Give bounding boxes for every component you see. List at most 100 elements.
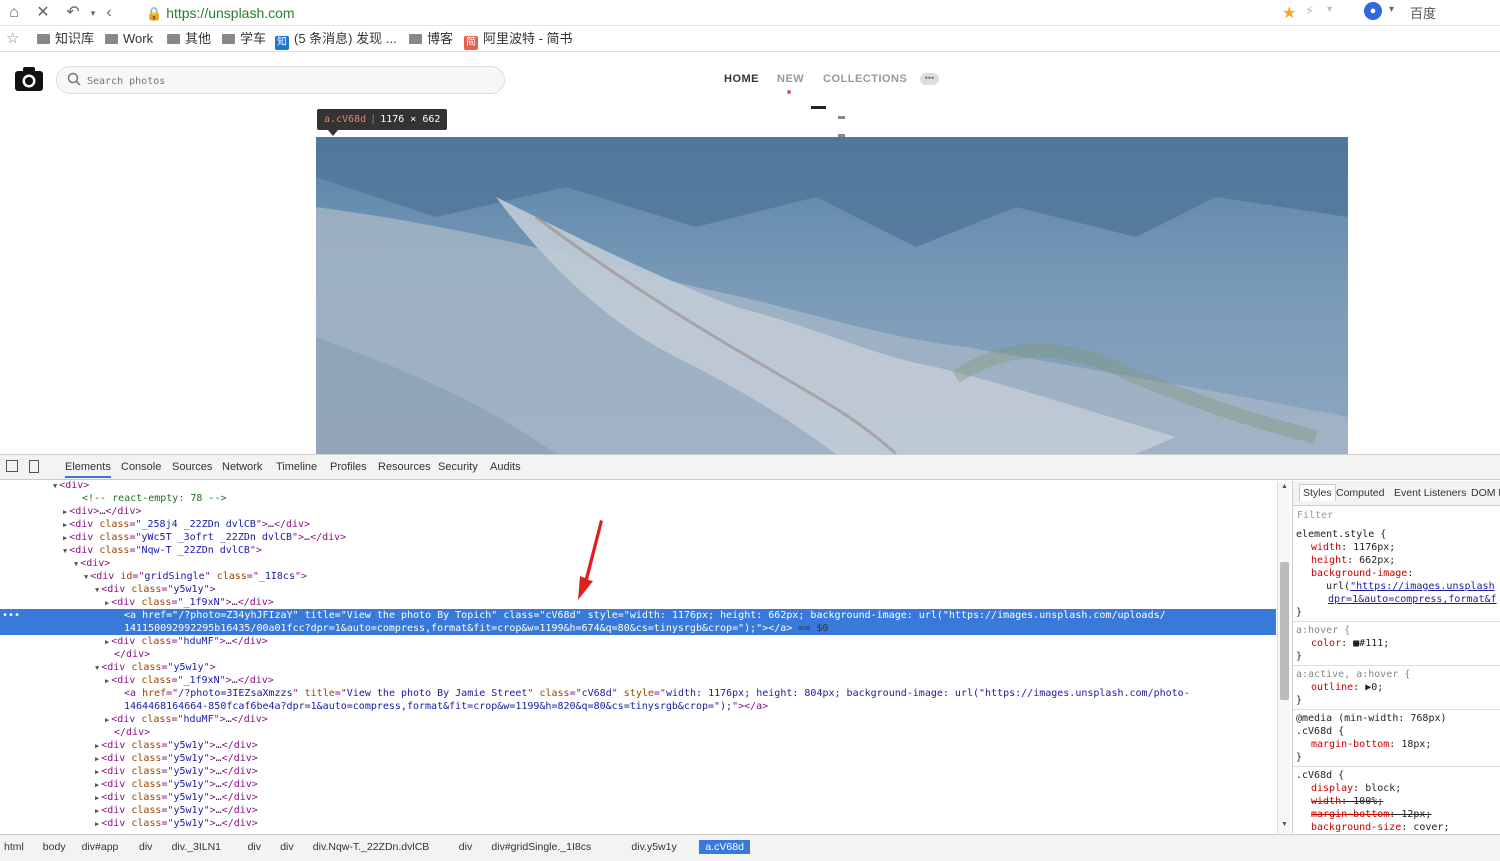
nav-home[interactable]: HOME [724, 73, 759, 85]
dom-node[interactable]: ▶ <div class="y5w1y">…</div> [0, 752, 1276, 765]
collapse-triangle-icon[interactable]: ▶ [95, 768, 99, 776]
collapse-triangle-icon[interactable]: ▶ [95, 755, 99, 763]
chevron-down-icon[interactable]: ▾ [1327, 4, 1332, 15]
tab-resources[interactable]: Resources [378, 461, 431, 473]
tab-styles[interactable]: Styles [1299, 484, 1336, 501]
tab-console[interactable]: Console [121, 461, 161, 473]
dom-node[interactable]: ▼ <div class="y5w1y"> [0, 661, 1276, 674]
collapse-triangle-icon[interactable]: ▶ [105, 716, 109, 724]
dom-node[interactable]: ▶ <div class="y5w1y">…</div> [0, 817, 1276, 830]
dom-node[interactable]: ▶ <div class="hduMF">…</div> [0, 635, 1276, 648]
bookmark-star-icon[interactable]: ☆ [6, 29, 19, 47]
ellipsis-menu-icon[interactable]: ••• [2, 609, 20, 622]
css-selector[interactable]: .cV68d { [1296, 769, 1344, 782]
breadcrumb-item[interactable]: div [248, 840, 261, 854]
css-declaration[interactable]: margin-bottom: 18px; [1311, 738, 1431, 751]
url-field[interactable]: 🔒 https://unsplash.com [146, 3, 295, 23]
single-view-toggle[interactable] [811, 106, 826, 109]
dom-node[interactable]: 1464468164664-850fcaf6be4a?dpr=1&auto=co… [0, 700, 1276, 713]
star-icon[interactable]: ★ [1282, 3, 1296, 23]
dom-node[interactable]: ▶ <div class="y5w1y">…</div> [0, 765, 1276, 778]
tab-sources[interactable]: Sources [172, 461, 212, 473]
dom-node[interactable]: ▶ <div class="y5w1y">…</div> [0, 791, 1276, 804]
dom-node[interactable]: ▼ <div> [0, 481, 1276, 492]
bookmark-item[interactable]: 学车 [222, 30, 266, 48]
dom-node[interactable]: ▶ <div class="y5w1y">…</div> [0, 804, 1276, 817]
css-declaration[interactable]: background-size: cover; [1311, 821, 1449, 833]
lightning-icon[interactable]: ⚡ [1305, 3, 1314, 19]
scroll-down-icon[interactable]: ▼ [1281, 821, 1288, 828]
css-url-link[interactable]: url("https://images.unsplash [1326, 580, 1495, 593]
breadcrumb-item[interactable]: div [280, 840, 293, 854]
breadcrumb-item[interactable]: div.Nqw-T._22ZDn.dvlCB [313, 840, 430, 854]
css-declaration[interactable]: width: 1176px; [1311, 541, 1395, 554]
search-engine-chevron-icon[interactable]: ▾ [1389, 4, 1394, 15]
css-selector[interactable]: element.style { [1296, 528, 1386, 541]
css-selector[interactable]: a:hover { [1296, 624, 1350, 637]
bookmark-item[interactable]: 博客 [409, 30, 453, 48]
styles-filter-input[interactable]: Filter [1297, 510, 1333, 521]
search-input[interactable] [87, 71, 487, 91]
css-declaration[interactable]: height: 662px; [1311, 554, 1395, 567]
tab-computed[interactable]: Computed [1336, 487, 1384, 499]
css-declaration[interactable]: margin-bottom: 12px; [1311, 808, 1431, 821]
collapse-triangle-icon[interactable]: ▶ [63, 508, 67, 516]
expand-triangle-icon[interactable]: ▼ [95, 586, 99, 594]
breadcrumb-item[interactable]: body [43, 840, 66, 854]
home-icon[interactable]: ⌂ [3, 2, 25, 24]
collapse-triangle-icon[interactable]: ▶ [105, 638, 109, 646]
css-declaration[interactable]: outline: ▶0; [1311, 681, 1383, 694]
expand-triangle-icon[interactable]: ▼ [74, 560, 78, 568]
css-url-link[interactable]: dpr=1&auto=compress,format&f [1328, 593, 1497, 606]
scroll-thumb[interactable] [1280, 562, 1289, 700]
dom-node[interactable]: ▶ <div>…</div> [0, 505, 1276, 518]
dom-node[interactable]: <a href="/?photo=3IEZsaXmzzs" title="Vie… [0, 687, 1276, 700]
collapse-triangle-icon[interactable]: ▶ [63, 534, 67, 542]
breadcrumb-item[interactable]: div#app [82, 840, 119, 854]
collapse-triangle-icon[interactable]: ▶ [95, 794, 99, 802]
tab-timeline[interactable]: Timeline [276, 461, 317, 473]
tab-elements[interactable]: Elements [65, 461, 111, 478]
dom-node-selected[interactable]: 141150092992295b16435/00a01fcc?dpr=1&aut… [0, 622, 1276, 635]
tab-event-listeners[interactable]: Event Listeners [1394, 487, 1466, 499]
css-declaration[interactable]: display: block; [1311, 782, 1401, 795]
css-rule-close[interactable]: } [1296, 650, 1302, 663]
css-selector[interactable]: a:active, a:hover { [1296, 668, 1410, 681]
breadcrumb-item[interactable]: a.cV68d [699, 840, 750, 854]
css-declaration[interactable]: width: 100%; [1311, 795, 1383, 808]
more-button[interactable]: ••• [920, 73, 939, 85]
dom-tree[interactable]: ▼ <div> <!-- react-empty: 78 --> ▶ <div>…</d… [0, 481, 1276, 833]
scroll-up-icon[interactable]: ▲ [1281, 483, 1288, 490]
dom-node[interactable]: ▼ <div class="y5w1y"> [0, 583, 1276, 596]
back-icon[interactable]: ‹ [98, 2, 120, 24]
dom-node[interactable]: </div> [0, 648, 1276, 661]
dom-node[interactable]: ▼ <div id="gridSingle" class="_1I8cs"> [0, 570, 1276, 583]
collapse-triangle-icon[interactable]: ▶ [95, 781, 99, 789]
dom-node[interactable]: ▶ <div class="_258j4 _22ZDn dvlCB">…</div… [0, 518, 1276, 531]
dom-node[interactable]: ▼ <div class="Nqw-T _22ZDn dvlCB"> [0, 544, 1276, 557]
dom-node[interactable]: ▶ <div class="yWc5T _3ofrt _22ZDn dvlCB">… [0, 531, 1276, 544]
photo-mountain-valley[interactable] [316, 137, 1348, 454]
dom-node[interactable]: ▼ <div> [0, 557, 1276, 570]
bookmark-item[interactable]: 其他 [167, 30, 211, 48]
bookmark-item[interactable]: 简阿里波特 - 简书 [464, 30, 573, 50]
dom-node[interactable]: ▶ <div class="_1f9xN">…</div> [0, 596, 1276, 609]
css-rule-close[interactable]: } [1296, 694, 1302, 707]
expand-triangle-icon[interactable]: ▼ [95, 664, 99, 672]
css-rule-close[interactable]: } [1296, 606, 1302, 619]
inspect-element-icon[interactable] [6, 460, 18, 472]
search-bar[interactable] [56, 66, 505, 94]
dom-node[interactable]: ▶ <div class="_1f9xN">…</div> [0, 674, 1276, 687]
collapse-triangle-icon[interactable]: ▶ [105, 599, 109, 607]
dom-node-selected[interactable]: <a href="/?photo=Z34yhJFIzaY" title="Vie… [0, 609, 1276, 622]
undo-icon[interactable]: ↶ [62, 2, 84, 24]
tab-security[interactable]: Security [438, 461, 478, 473]
dom-tree-scrollbar[interactable]: ▲ ▼ [1277, 481, 1290, 833]
nav-new[interactable]: NEW [777, 73, 804, 85]
breadcrumb-item[interactable]: div [459, 840, 472, 854]
css-declaration[interactable]: background-image: [1311, 567, 1419, 580]
tab-audits[interactable]: Audits [490, 461, 521, 473]
collapse-triangle-icon[interactable]: ▶ [95, 820, 99, 828]
tab-network[interactable]: Network [222, 461, 262, 473]
breadcrumb-item[interactable]: div.y5w1y [631, 840, 676, 854]
